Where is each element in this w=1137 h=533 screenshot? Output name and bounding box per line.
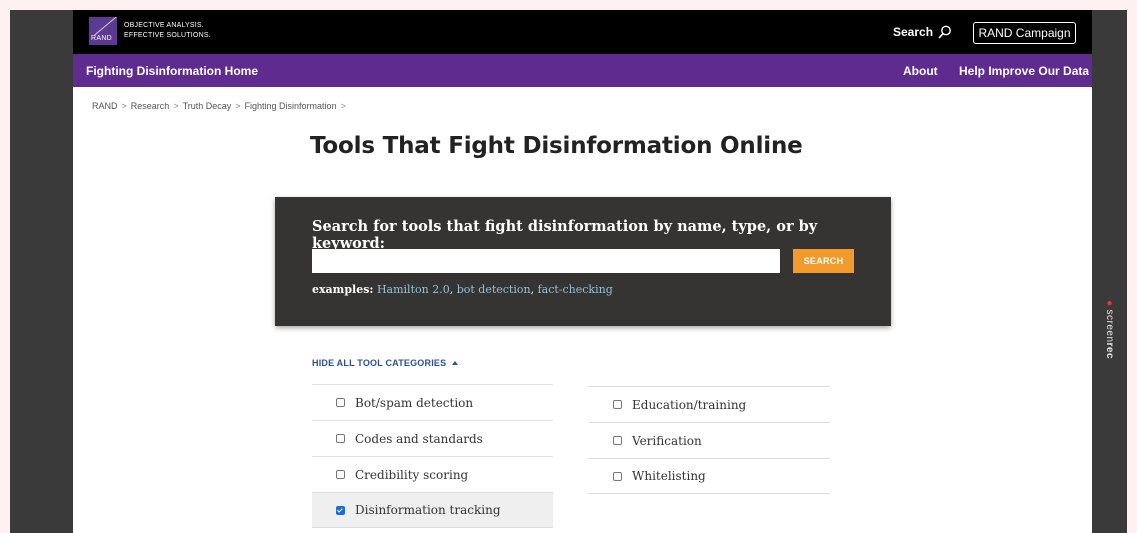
examples-label: examples: [312, 283, 374, 296]
category-disinformation-tracking[interactable]: Disinformation tracking [312, 492, 553, 528]
hide-categories-label: HIDE ALL TOOL CATEGORIES [312, 358, 447, 368]
hide-categories-toggle[interactable]: HIDE ALL TOOL CATEGORIES [312, 358, 459, 368]
top-search-label: Search [893, 25, 934, 39]
breadcrumb-separator: > [121, 101, 127, 111]
example-link-bot-detection[interactable]: bot detection [457, 283, 531, 296]
category-label: Verification [632, 433, 702, 448]
category-label: Bot/spam detection [355, 395, 474, 410]
search-panel: Search for tools that fight disinformati… [275, 197, 891, 326]
page-title: Tools That Fight Disinformation Online [310, 133, 803, 159]
tagline: OBJECTIVE ANALYSIS. EFFECTIVE SOLUTIONS. [124, 21, 211, 41]
breadcrumb-separator: > [235, 101, 241, 111]
example-link-hamilton[interactable]: Hamilton 2.0 [377, 283, 450, 296]
category-verification[interactable]: Verification [589, 422, 830, 458]
checkbox-icon[interactable] [613, 436, 622, 445]
category-label: Whitelisting [632, 469, 706, 483]
category-label: Credibility scoring [355, 467, 469, 482]
breadcrumb-separator: > [340, 101, 346, 111]
checkbox-icon[interactable] [613, 471, 622, 481]
record-dot-icon: ● [1104, 298, 1115, 310]
search-button[interactable]: SEARCH [793, 249, 854, 273]
breadcrumb-separator: > [173, 101, 179, 111]
checkbox-icon[interactable] [336, 398, 345, 407]
category-label: Education/training [632, 397, 747, 412]
checkbox-icon[interactable] [613, 400, 622, 409]
screenrec-prefix: screen [1104, 309, 1115, 343]
breadcrumb-fighting-disinformation[interactable]: Fighting Disinformation [245, 101, 337, 111]
category-label: Disinformation tracking [355, 503, 501, 517]
breadcrumb: RAND > Research > Truth Decay > Fighting… [92, 101, 346, 111]
search-input[interactable] [312, 249, 780, 273]
logo-text: RAND [91, 35, 113, 42]
browser-page: RAND OBJECTIVE ANALYSIS. EFFECTIVE SOLUT… [73, 10, 1092, 533]
search-heading: Search for tools that fight disinformati… [312, 218, 818, 252]
category-credibility-scoring[interactable]: Credibility scoring [312, 456, 553, 492]
checkbox-icon[interactable] [336, 470, 345, 479]
rand-logo[interactable]: RAND [89, 17, 117, 45]
left-frame [10, 10, 73, 533]
nav-home-link[interactable]: Fighting Disinformation Home [86, 64, 258, 78]
checkbox-checked-icon[interactable] [336, 505, 345, 515]
caret-up-icon [452, 361, 459, 365]
breadcrumb-truth-decay[interactable]: Truth Decay [183, 101, 232, 111]
screenrec-watermark: ●screenrec [1104, 298, 1115, 359]
checkbox-icon[interactable] [336, 434, 345, 443]
top-bar: RAND OBJECTIVE ANALYSIS. EFFECTIVE SOLUT… [73, 10, 1092, 54]
search-examples: examples: Hamilton 2.0, bot detection, f… [312, 283, 613, 296]
screenrec-suffix: rec [1104, 342, 1115, 360]
category-whitelisting[interactable]: Whitelisting [589, 458, 830, 494]
right-frame [1092, 10, 1127, 533]
breadcrumb-research[interactable]: Research [131, 101, 170, 111]
top-search-link[interactable]: Search [893, 25, 952, 39]
search-icon [938, 25, 951, 39]
category-bot-spam-detection[interactable]: Bot/spam detection [312, 384, 553, 420]
nav-about-link[interactable]: About [903, 64, 938, 78]
category-codes-and-standards[interactable]: Codes and standards [312, 420, 553, 456]
subnav-bar: Fighting Disinformation Home About Help … [73, 54, 1092, 87]
category-education-training[interactable]: Education/training [589, 386, 830, 422]
tagline-line-2: EFFECTIVE SOLUTIONS. [124, 32, 211, 39]
category-column-right: Education/training Verification Whitelis… [589, 386, 830, 494]
example-link-fact-checking[interactable]: fact-checking [538, 283, 613, 296]
category-label: Codes and standards [355, 431, 483, 446]
rand-campaign-button[interactable]: RAND Campaign [973, 22, 1076, 44]
examples-comma: , [530, 283, 535, 296]
logo-slash-icon [94, 17, 117, 36]
tagline-line-1: OBJECTIVE ANALYSIS. [124, 22, 204, 29]
breadcrumb-rand[interactable]: RAND [92, 101, 118, 111]
category-column-left: Bot/spam detection Codes and standards C… [312, 384, 553, 528]
examples-comma: , [449, 283, 454, 296]
nav-help-link[interactable]: Help Improve Our Data [959, 64, 1089, 78]
